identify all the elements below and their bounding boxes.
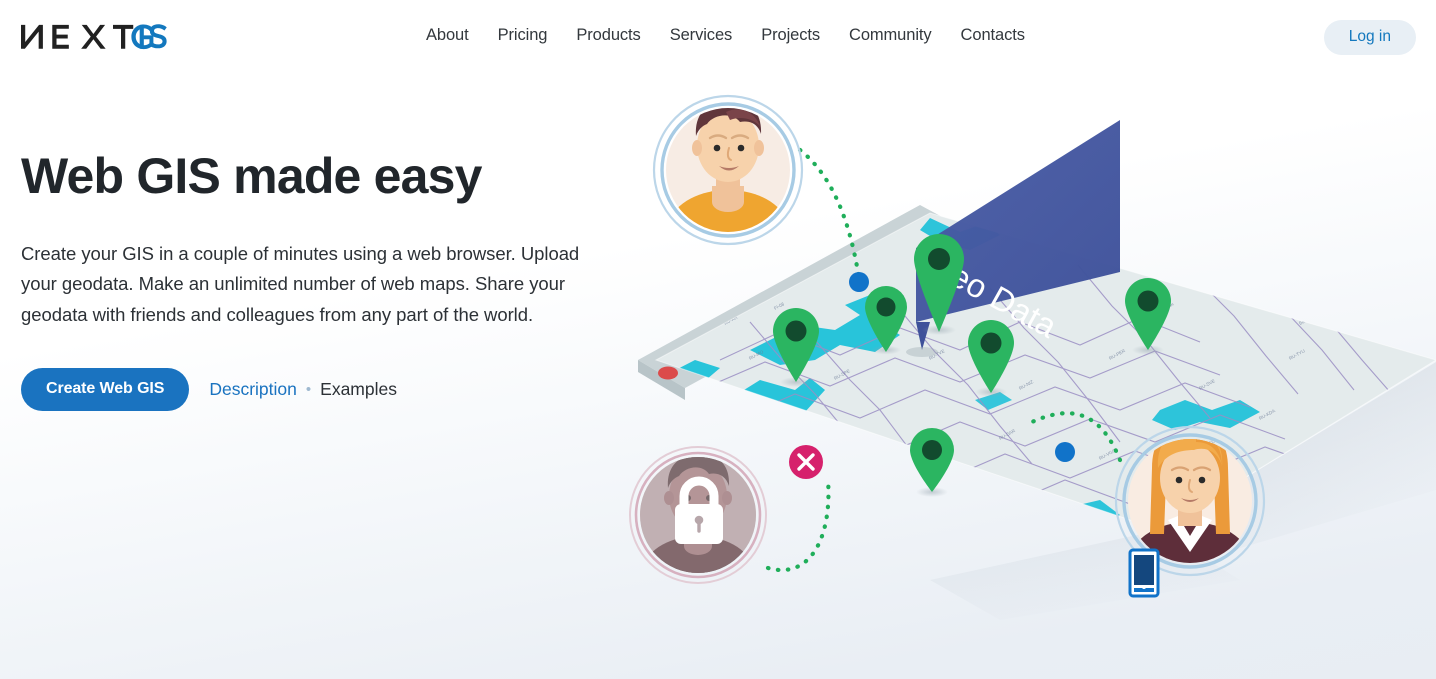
mobile-phone-icon[interactable] bbox=[1128, 548, 1160, 598]
hero-paragraph: Create your GIS in a couple of minutes u… bbox=[21, 242, 580, 325]
avatar-locked-user[interactable] bbox=[629, 446, 767, 584]
site-header: About Pricing Products Services Projects… bbox=[0, 0, 1436, 78]
hero-section: Web GIS made easy Create your GIS in a c… bbox=[21, 150, 621, 411]
connector-lock bbox=[765, 477, 831, 572]
login-button[interactable]: Log in bbox=[1323, 20, 1416, 55]
svg-text:Україна: Україна bbox=[948, 489, 965, 501]
logo-wordmark bbox=[21, 24, 167, 50]
nav-item-projects[interactable]: Projects bbox=[761, 26, 849, 45]
svg-text:RU-KRS: RU-KRS bbox=[798, 428, 816, 441]
create-web-gis-button[interactable]: Create Web GIS bbox=[21, 367, 190, 411]
cta-row: Create Web GIS Description • Examples bbox=[21, 367, 621, 411]
hero-illustration: RU-MO RU-SPE RU-TVE RU-NIZ RU-PER RU-SVE… bbox=[600, 60, 1436, 660]
main-navigation: About Pricing Products Services Projects… bbox=[426, 26, 1025, 45]
nav-item-contacts[interactable]: Contacts bbox=[961, 26, 1025, 45]
page-title: Web GIS made easy bbox=[21, 148, 483, 204]
nav-item-community[interactable]: Community bbox=[849, 26, 961, 45]
brand-logo[interactable] bbox=[21, 22, 201, 54]
avatar-top-user[interactable] bbox=[652, 94, 804, 246]
link-separator: • bbox=[305, 380, 312, 398]
svg-text:Polska: Polska bbox=[853, 480, 868, 491]
map-node[interactable] bbox=[849, 272, 869, 292]
nav-item-services[interactable]: Services bbox=[670, 26, 761, 45]
map-node[interactable] bbox=[1055, 442, 1075, 462]
illustration-svg: RU-MO RU-SPE RU-TVE RU-NIZ RU-PER RU-SVE… bbox=[629, 94, 1436, 620]
map-pin[interactable] bbox=[910, 428, 954, 497]
svg-text:Беларусь: Беларусь bbox=[1028, 502, 1049, 516]
examples-link[interactable]: Examples bbox=[320, 379, 397, 400]
error-badge[interactable] bbox=[789, 445, 823, 479]
nav-item-pricing[interactable]: Pricing bbox=[498, 26, 577, 45]
svg-text:Башкортостан: Башкортостан bbox=[1298, 307, 1328, 326]
browser-dot-red bbox=[658, 366, 678, 380]
description-link[interactable]: Description bbox=[209, 379, 297, 400]
nav-item-products[interactable]: Products bbox=[576, 26, 669, 45]
nav-item-about[interactable]: About bbox=[426, 26, 498, 45]
